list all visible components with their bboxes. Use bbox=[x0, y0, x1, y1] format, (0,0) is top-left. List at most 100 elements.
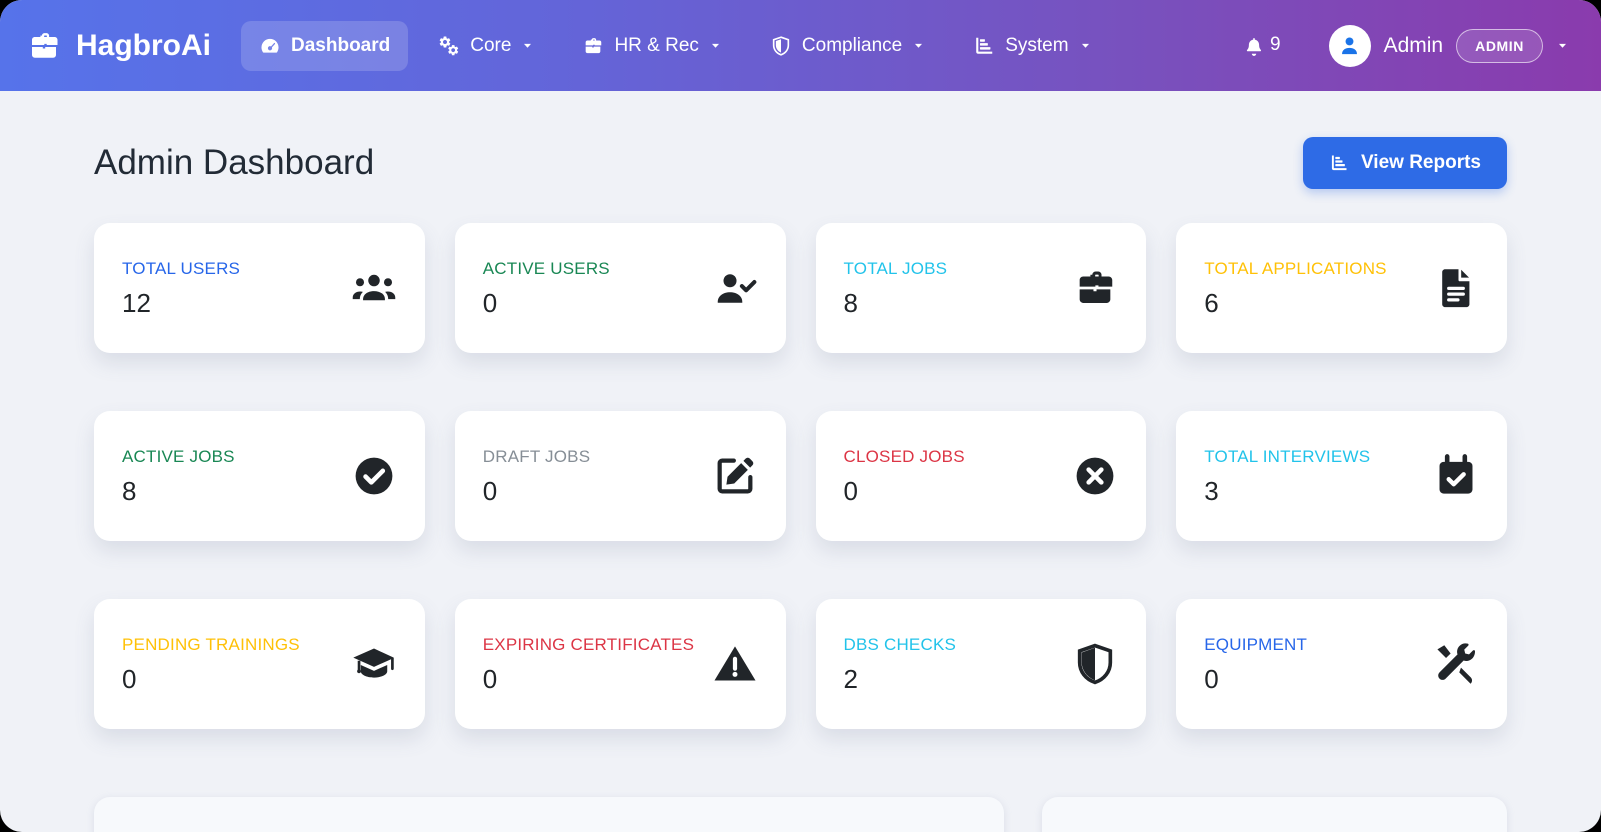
times-circle-icon bbox=[1072, 453, 1118, 499]
nav-item-system[interactable]: System bbox=[955, 21, 1109, 71]
stat-card-dbs-checks[interactable]: DBS CHECKS 2 bbox=[815, 599, 1147, 729]
role-badge: ADMIN bbox=[1456, 28, 1543, 63]
nav-item-compliance[interactable]: Compliance bbox=[752, 21, 943, 71]
stat-card-value: 0 bbox=[482, 288, 498, 319]
stat-card-label: CLOSED JOBS bbox=[843, 446, 965, 466]
check-circle-icon bbox=[351, 453, 397, 499]
briefcase-icon bbox=[582, 35, 604, 57]
stat-card-label: TOTAL USERS bbox=[122, 258, 241, 278]
lower-section-peek bbox=[94, 797, 1507, 832]
stat-card-active-jobs[interactable]: ACTIVE JOBS 8 bbox=[94, 411, 425, 541]
stat-card-text: TOTAL INTERVIEWS 3 bbox=[1204, 445, 1370, 508]
stat-card-text: ACTIVE JOBS 8 bbox=[122, 445, 235, 508]
stat-card-total-users[interactable]: TOTAL USERS 12 bbox=[94, 223, 425, 353]
stat-card-value: 8 bbox=[122, 476, 137, 507]
stat-card-equipment[interactable]: EQUIPMENT 0 bbox=[1176, 599, 1507, 729]
user-menu[interactable]: Admin ADMIN bbox=[1328, 24, 1569, 67]
nav-item-hr-rec[interactable]: HR & Rec bbox=[564, 21, 739, 71]
stat-card-value: 3 bbox=[1204, 476, 1219, 507]
top-navbar: HagbroAi Dashboard Core HR & Rec Compliance… bbox=[0, 0, 1601, 91]
briefcase-icon bbox=[1072, 265, 1118, 311]
nav-item-label: Dashboard bbox=[291, 34, 391, 56]
chart-bar-icon bbox=[973, 35, 995, 57]
notification-count: 9 bbox=[1270, 33, 1281, 55]
file-lines-icon bbox=[1433, 265, 1479, 311]
brand-name: HagbroAi bbox=[76, 28, 211, 62]
stat-card-label: ACTIVE JOBS bbox=[122, 446, 235, 466]
stats-grid: TOTAL USERS 12 ACTIVE USERS 0 TOTAL JOBS 8 TOT… bbox=[94, 223, 1507, 729]
navbar-right: 9 Admin ADMIN bbox=[1242, 24, 1575, 67]
stat-card-text: CLOSED JOBS 0 bbox=[844, 445, 965, 508]
tools-icon bbox=[1433, 641, 1479, 687]
stat-card-label: EQUIPMENT bbox=[1204, 634, 1308, 654]
lower-panel-left bbox=[94, 797, 1004, 832]
brand[interactable]: HagbroAi bbox=[26, 28, 211, 64]
stat-card-text: EXPIRING CERTIFICATES 0 bbox=[483, 633, 694, 696]
user-check-icon bbox=[712, 265, 758, 311]
nav-item-label: Compliance bbox=[801, 34, 903, 56]
stat-card-value: 0 bbox=[482, 476, 498, 507]
chevron-down-icon bbox=[521, 39, 534, 52]
users-icon bbox=[351, 265, 397, 311]
stat-card-total-interviews[interactable]: TOTAL INTERVIEWS 3 bbox=[1176, 411, 1507, 541]
stat-card-label: EXPIRING CERTIFICATES bbox=[482, 634, 695, 654]
stat-card-total-applications[interactable]: TOTAL APPLICATIONS 6 bbox=[1176, 223, 1507, 353]
stat-card-value: 0 bbox=[122, 664, 137, 695]
stat-card-value: 12 bbox=[122, 288, 151, 319]
stat-card-value: 0 bbox=[1204, 664, 1219, 695]
view-reports-label: View Reports bbox=[1360, 152, 1481, 173]
stat-card-value: 8 bbox=[843, 288, 858, 319]
chevron-down-icon bbox=[709, 39, 722, 52]
graduation-cap-icon bbox=[351, 641, 397, 687]
main-content: Admin Dashboard View Reports TOTAL USERS… bbox=[0, 91, 1601, 832]
nav-item-core[interactable]: Core bbox=[420, 21, 552, 71]
shield-halved-icon bbox=[1072, 641, 1118, 687]
stat-card-text: DRAFT JOBS 0 bbox=[483, 445, 590, 508]
stat-card-total-jobs[interactable]: TOTAL JOBS 8 bbox=[815, 223, 1147, 353]
shield-icon bbox=[770, 35, 792, 57]
stat-card-text: PENDING TRAININGS 0 bbox=[122, 633, 300, 696]
calendar-check-icon bbox=[1433, 453, 1479, 499]
stat-card-draft-jobs[interactable]: DRAFT JOBS 0 bbox=[454, 411, 786, 541]
stat-card-label: TOTAL JOBS bbox=[843, 258, 948, 278]
avatar bbox=[1328, 24, 1371, 67]
page-title: Admin Dashboard bbox=[94, 143, 375, 182]
stat-card-text: TOTAL APPLICATIONS 6 bbox=[1204, 257, 1386, 320]
app-window: HagbroAi Dashboard Core HR & Rec Compliance… bbox=[0, 0, 1601, 832]
chevron-down-icon bbox=[1079, 39, 1092, 52]
stat-card-label: ACTIVE USERS bbox=[482, 258, 610, 278]
chevron-down-icon bbox=[912, 39, 925, 52]
user-icon bbox=[1336, 32, 1363, 59]
stat-card-label: PENDING TRAININGS bbox=[122, 634, 300, 654]
lower-panel-right bbox=[1041, 797, 1507, 832]
notifications-button[interactable]: 9 bbox=[1242, 34, 1281, 58]
pen-square-icon bbox=[712, 453, 758, 499]
gauge-icon bbox=[259, 35, 281, 57]
warning-triangle-icon bbox=[712, 641, 758, 687]
stat-card-value: 0 bbox=[482, 664, 498, 695]
stat-card-value: 2 bbox=[843, 664, 858, 695]
page-header: Admin Dashboard View Reports bbox=[94, 137, 1507, 189]
stat-card-label: DBS CHECKS bbox=[843, 634, 957, 654]
stat-card-active-users[interactable]: ACTIVE USERS 0 bbox=[454, 223, 786, 353]
bell-icon bbox=[1242, 34, 1266, 58]
stat-card-text: DBS CHECKS 2 bbox=[844, 633, 957, 696]
stat-card-text: TOTAL USERS 12 bbox=[122, 257, 240, 320]
stat-card-pending-trainings[interactable]: PENDING TRAININGS 0 bbox=[94, 599, 425, 729]
stat-card-text: TOTAL JOBS 8 bbox=[844, 257, 948, 320]
stat-card-value: 0 bbox=[843, 476, 858, 507]
stat-card-value: 6 bbox=[1204, 288, 1219, 319]
nav-menu: Dashboard Core HR & Rec Compliance System bbox=[241, 20, 1242, 71]
nav-item-label: HR & Rec bbox=[614, 34, 699, 56]
chart-bar-icon bbox=[1329, 153, 1349, 173]
stat-card-expiring-certificates[interactable]: EXPIRING CERTIFICATES 0 bbox=[454, 599, 786, 729]
user-name: Admin bbox=[1383, 33, 1444, 57]
stat-card-label: TOTAL APPLICATIONS bbox=[1204, 258, 1387, 278]
stat-card-text: ACTIVE USERS 0 bbox=[483, 257, 610, 320]
stat-card-closed-jobs[interactable]: CLOSED JOBS 0 bbox=[815, 411, 1147, 541]
view-reports-button[interactable]: View Reports bbox=[1302, 137, 1507, 189]
nav-item-dashboard[interactable]: Dashboard bbox=[241, 20, 409, 71]
chevron-down-icon bbox=[1556, 39, 1569, 52]
nav-item-label: System bbox=[1005, 34, 1069, 56]
nav-item-label: Core bbox=[470, 34, 512, 56]
